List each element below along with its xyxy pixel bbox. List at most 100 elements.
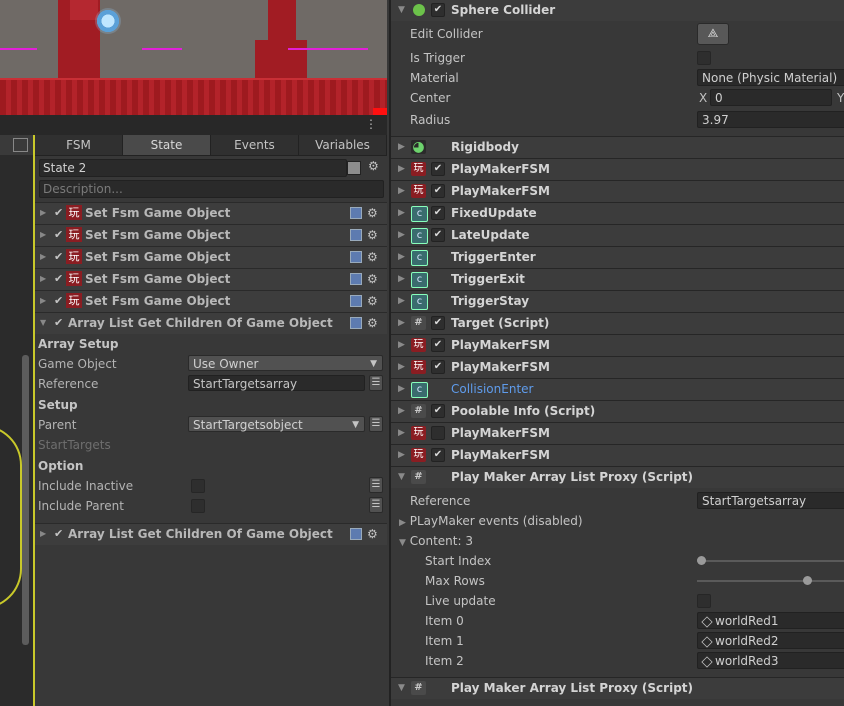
expand-arrow-icon[interactable]: ▶ xyxy=(40,274,46,283)
max-rows-slider[interactable] xyxy=(697,580,844,582)
enabled-checkbox[interactable]: ✔ xyxy=(54,272,63,285)
tab-events[interactable]: Events xyxy=(211,135,299,155)
result-field[interactable]: StartTargets xyxy=(38,438,111,452)
expand-arrow-icon[interactable]: ▶ xyxy=(398,384,405,394)
gear-icon[interactable]: ⚙ xyxy=(367,229,378,241)
collapse-arrow-icon[interactable]: ▼ xyxy=(398,472,405,482)
state-color-swatch[interactable] xyxy=(347,161,361,175)
help-doc-icon[interactable] xyxy=(350,251,362,263)
enabled-checkbox[interactable]: ✔ xyxy=(54,228,63,241)
variable-toggle-button[interactable]: ☰ xyxy=(369,416,383,432)
tab-state[interactable]: State xyxy=(123,135,211,155)
component-enabled-checkbox[interactable]: ✔ xyxy=(431,228,445,242)
component-header[interactable]: ▼ ✔ Sphere Collider xyxy=(391,0,844,21)
scene-view[interactable] xyxy=(0,0,387,115)
expand-arrow-icon[interactable]: ▶ xyxy=(40,230,46,239)
include-inactive-checkbox[interactable] xyxy=(191,479,205,493)
component-header[interactable]: ▶ c ✔ LateUpdate xyxy=(391,224,844,246)
expand-arrow-icon[interactable]: ▶ xyxy=(40,296,46,305)
component-enabled-checkbox[interactable]: ✔ xyxy=(431,3,445,17)
component-enabled-checkbox[interactable] xyxy=(431,426,445,440)
component-header[interactable]: ▶ c ✔ FixedUpdate xyxy=(391,202,844,224)
component-header[interactable]: ▶ c CollisionEnter xyxy=(391,378,844,400)
gear-icon[interactable]: ⚙ xyxy=(367,317,378,329)
component-header[interactable]: ▶ 玩 ✔ PlayMakerFSM xyxy=(391,356,844,378)
tab-variables[interactable]: Variables xyxy=(299,135,387,155)
live-update-checkbox[interactable] xyxy=(697,594,711,608)
expand-arrow-icon[interactable]: ▶ xyxy=(398,142,405,152)
expand-arrow-icon[interactable]: ▶ xyxy=(398,186,405,196)
help-doc-icon[interactable] xyxy=(350,528,362,540)
expand-arrow-icon[interactable]: ▶ xyxy=(398,252,405,262)
slider-knob[interactable] xyxy=(697,556,706,565)
description-field[interactable]: Description... xyxy=(39,180,384,198)
item-field[interactable]: worldRed1 xyxy=(697,612,844,629)
component-header[interactable]: ▶ 玩 ✔ PlayMakerFSM xyxy=(391,334,844,356)
variable-toggle-button[interactable]: ☰ xyxy=(369,375,383,391)
expand-arrow-icon[interactable]: ▶ xyxy=(40,252,46,261)
component-header[interactable]: ▶ 玩 PlayMakerFSM xyxy=(391,422,844,444)
help-doc-icon[interactable] xyxy=(350,273,362,285)
component-enabled-checkbox[interactable]: ✔ xyxy=(431,162,445,176)
component-header[interactable]: ▶ 玩 ✔ PlayMakerFSM xyxy=(391,158,844,180)
parent-dropdown[interactable]: StartTargetsobject ▼ xyxy=(188,416,365,432)
more-options-icon[interactable]: ⋮ xyxy=(365,118,377,130)
action-row[interactable]: ▶ ✔ Array List Get Children Of Game Obje… xyxy=(35,523,387,545)
reference-field[interactable]: StartTargetsarray xyxy=(188,375,365,391)
collapse-arrow-icon[interactable]: ▼ xyxy=(398,5,405,15)
radius-field[interactable]: 3.97 xyxy=(697,111,844,128)
component-header[interactable]: ▼ # Play Maker Array List Proxy (Script) xyxy=(391,677,844,699)
expand-arrow-icon[interactable]: ▶ xyxy=(398,340,405,350)
expand-arrow-icon[interactable]: ▶ xyxy=(398,208,405,218)
scrollbar[interactable] xyxy=(22,355,29,645)
variable-toggle-button[interactable]: ☰ xyxy=(369,497,383,513)
action-row[interactable]: ▶ ✔ 玩 Set Fsm Game Object ⚙ xyxy=(35,246,387,268)
help-doc-icon[interactable] xyxy=(350,207,362,219)
action-row[interactable]: ▶ ✔ 玩 Set Fsm Game Object ⚙ xyxy=(35,224,387,246)
action-row-expanded[interactable]: ▼ ✔ Array List Get Children Of Game Obje… xyxy=(35,312,387,334)
state-name-field[interactable]: State 2 xyxy=(39,159,347,177)
center-x-field[interactable]: 0 xyxy=(710,89,832,106)
action-row[interactable]: ▶ ✔ 玩 Set Fsm Game Object ⚙ xyxy=(35,290,387,312)
expand-arrow-icon[interactable]: ▶ xyxy=(398,428,405,438)
events-foldout[interactable]: ▶ PLayMaker events (disabled) xyxy=(399,514,583,528)
collapse-arrow-icon[interactable]: ▼ xyxy=(40,318,46,327)
component-enabled-checkbox[interactable]: ✔ xyxy=(431,206,445,220)
collapse-arrow-icon[interactable]: ▼ xyxy=(398,683,405,693)
material-field[interactable]: None (Physic Material) xyxy=(697,69,844,86)
component-header[interactable]: ▶ # ✔ Target (Script) xyxy=(391,312,844,334)
expand-arrow-icon[interactable]: ▶ xyxy=(398,450,405,460)
gear-icon[interactable]: ⚙ xyxy=(367,295,378,307)
component-header[interactable]: ▶ 玩 ✔ PlayMakerFSM xyxy=(391,444,844,466)
help-doc-icon[interactable] xyxy=(350,295,362,307)
expand-arrow-icon[interactable]: ▶ xyxy=(398,230,405,240)
enabled-checkbox[interactable]: ✔ xyxy=(54,294,63,307)
expand-arrow-icon[interactable]: ▶ xyxy=(40,208,46,217)
action-row[interactable]: ▶ ✔ 玩 Set Fsm Game Object ⚙ xyxy=(35,268,387,290)
sphere-gizmo-icon[interactable] xyxy=(95,8,121,34)
expand-arrow-icon[interactable]: ▶ xyxy=(398,274,405,284)
help-doc-icon[interactable] xyxy=(350,317,362,329)
gear-icon[interactable]: ⚙ xyxy=(367,207,378,219)
component-enabled-checkbox[interactable]: ✔ xyxy=(431,316,445,330)
edit-collider-button[interactable]: ⟁ xyxy=(697,23,729,45)
graph-settings-icon[interactable] xyxy=(13,138,28,152)
expand-arrow-icon[interactable]: ▶ xyxy=(398,406,405,416)
content-foldout[interactable]: ▼ Content: 3 xyxy=(399,534,473,548)
enabled-checkbox[interactable]: ✔ xyxy=(54,316,63,329)
tab-fsm[interactable]: FSM xyxy=(35,135,123,155)
is-trigger-checkbox[interactable] xyxy=(697,51,711,65)
item-field[interactable]: worldRed2 xyxy=(697,632,844,649)
reference-field[interactable]: StartTargetsarray xyxy=(697,492,844,509)
enabled-checkbox[interactable]: ✔ xyxy=(54,527,63,540)
expand-arrow-icon[interactable]: ▶ xyxy=(398,296,405,306)
component-header[interactable]: ▶ 玩 ✔ PlayMakerFSM xyxy=(391,180,844,202)
component-header[interactable]: ▶ ◕ Rigidbody xyxy=(391,136,844,158)
game-object-dropdown[interactable]: Use Owner ▼ xyxy=(188,355,383,371)
enabled-checkbox[interactable]: ✔ xyxy=(54,250,63,263)
gear-icon[interactable]: ⚙ xyxy=(367,528,378,540)
component-enabled-checkbox[interactable]: ✔ xyxy=(431,448,445,462)
help-doc-icon[interactable] xyxy=(350,229,362,241)
gear-icon[interactable]: ⚙ xyxy=(367,273,378,285)
item-field[interactable]: worldRed3 xyxy=(697,652,844,669)
